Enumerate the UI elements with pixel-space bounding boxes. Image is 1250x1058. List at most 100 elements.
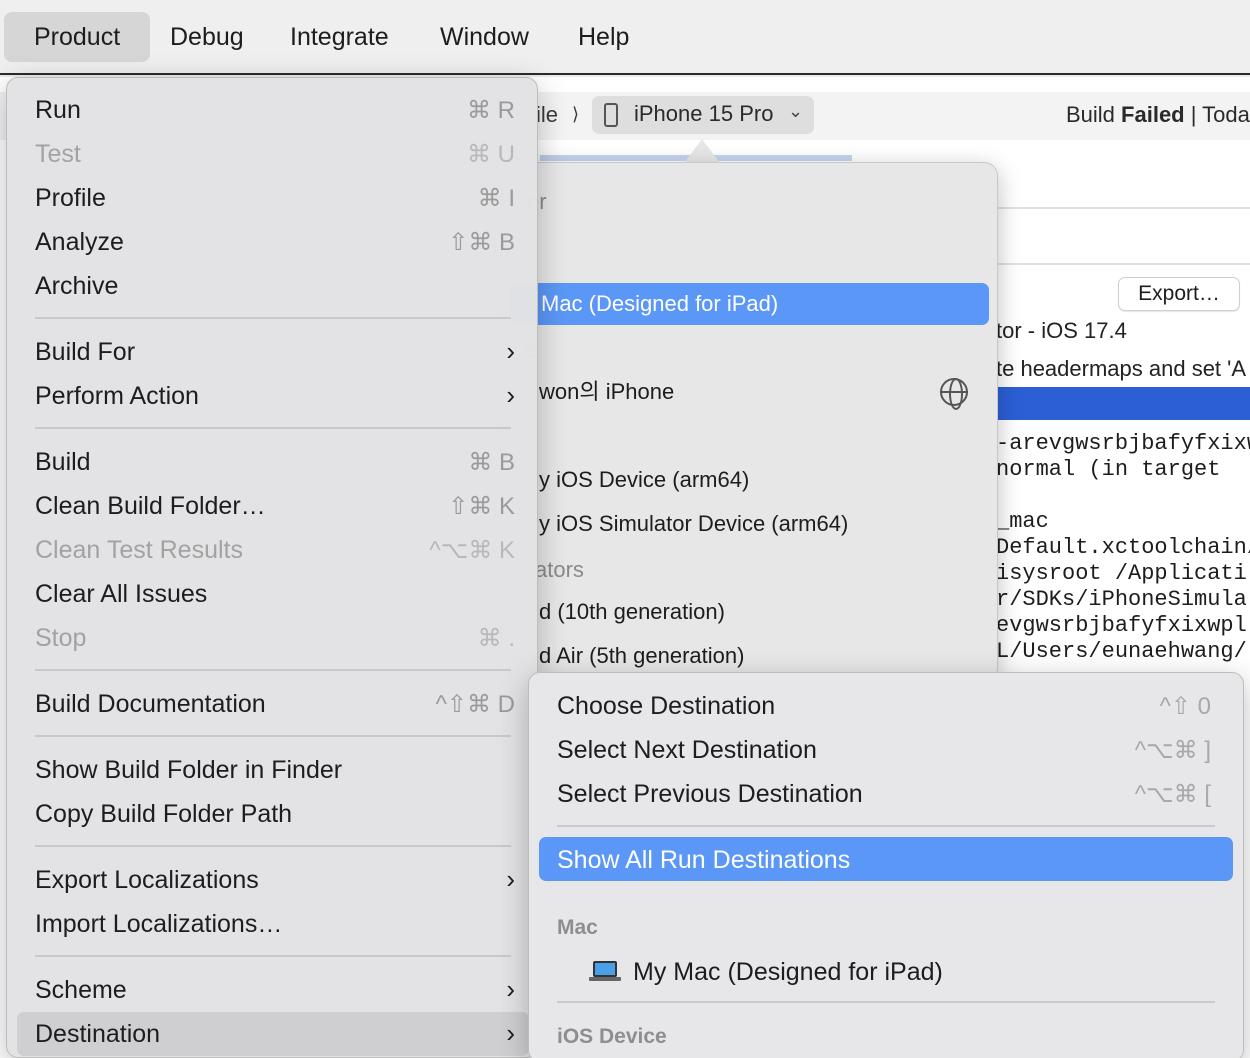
menu-item-build-documentation[interactable]: Build Documentation ^⇧⌘ D <box>17 682 529 726</box>
log-line: te headermaps and set 'A <box>996 356 1247 381</box>
scheme-name[interactable]: ile <box>536 102 558 128</box>
popover-row-any-ios-device[interactable]: y iOS Device (arm64) <box>501 459 989 501</box>
chevron-down-icon: ⌄ <box>788 101 804 121</box>
popover-row-my-mac[interactable]: Mac (Designed for iPad) <box>509 283 989 325</box>
menu-help[interactable]: Help <box>548 12 659 62</box>
menu-item-scheme[interactable]: Scheme › <box>17 968 529 1012</box>
menu-item-clean-test-results: Clean Test Results ^⌥⌘ K <box>17 528 529 572</box>
menu-item-label: Copy Build Folder Path <box>35 800 293 828</box>
globe-icon[interactable] <box>940 378 968 410</box>
menu-item-choose-destination[interactable]: Choose Destination ^⇧ 0 <box>539 683 1233 727</box>
menu-item-profile[interactable]: Profile ⌘ I <box>17 176 529 220</box>
log-output-line: _mac <box>996 509 1049 534</box>
menu-item-label: Run <box>35 96 81 124</box>
divider <box>996 263 1250 265</box>
menu-item-shortcut: ^⇧ 0 <box>1159 693 1211 720</box>
menu-item-label: Analyze <box>35 228 124 256</box>
menu-product[interactable]: Product <box>4 12 151 62</box>
menu-item-label: Select Previous Destination <box>557 780 863 808</box>
menu-item-shortcut: ^⌥⌘ K <box>429 537 515 564</box>
menu-item-clear-all-issues[interactable]: Clear All Issues <box>17 572 529 616</box>
menu-item-label: Test <box>35 140 81 168</box>
log-output-line: Default.xctoolchain/ <box>996 535 1250 560</box>
chevron-right-icon: › <box>506 336 515 366</box>
menu-item-show-all-run-destinations[interactable]: Show All Run Destinations <box>539 837 1233 881</box>
menu-item-select-previous-destination[interactable]: Select Previous Destination ^⌥⌘ [ <box>539 771 1233 815</box>
menu-separator <box>35 317 511 319</box>
menu-item-label: Build For <box>35 338 136 366</box>
menu-separator <box>35 955 511 957</box>
log-line: tor - iOS 17.4 <box>996 318 1127 343</box>
run-destination-selector[interactable]: iPhone 15 Pro ⌄ <box>592 96 814 134</box>
menu-item-export-localizations[interactable]: Export Localizations › <box>17 858 529 902</box>
menu-separator <box>35 669 511 671</box>
menu-item-label: Choose Destination <box>557 692 776 720</box>
section-header-ios-device: iOS Device <box>557 1025 667 1048</box>
popover-section-header: ators <box>535 557 584 582</box>
menu-item-test: Test ⌘ U <box>17 132 529 176</box>
chevron-right-icon: › <box>506 974 515 1004</box>
menu-window[interactable]: Window <box>410 12 559 62</box>
menu-item-shortcut: ⌘ R <box>467 97 515 124</box>
menu-item-import-localizations[interactable]: Import Localizations… <box>17 902 529 946</box>
chevron-right-icon: › <box>506 380 515 410</box>
log-output-line: L/Users/eunaehwang/ <box>996 639 1247 664</box>
menu-item-shortcut: ^⇧⌘ D <box>435 691 515 718</box>
popover-row-ipad-air[interactable]: d Air (5th generation) <box>501 635 989 677</box>
menu-item-label: Profile <box>35 184 106 212</box>
log-output-line: -arevgwsrbjbafyfxixw <box>996 431 1250 456</box>
log-selected-row[interactable] <box>996 387 1250 420</box>
destination-submenu: Choose Destination ^⇧ 0 Select Next Desti… <box>528 672 1244 1058</box>
menu-bar: Product Debug Integrate Window Help <box>0 0 1250 75</box>
menu-item-shortcut: ⌘ I <box>477 185 515 212</box>
menu-item-my-mac[interactable]: My Mac (Designed for iPad) <box>539 949 1233 993</box>
menu-separator <box>35 735 511 737</box>
menu-item-perform-action[interactable]: Perform Action › <box>17 374 529 418</box>
chevron-right-icon: › <box>506 864 515 894</box>
menu-item-analyze[interactable]: Analyze ⇧⌘ B <box>17 220 529 264</box>
build-status[interactable]: Build Failed | Toda <box>1066 102 1250 128</box>
menu-item-shortcut: ⇧⌘ B <box>448 229 515 256</box>
menu-debug[interactable]: Debug <box>140 12 274 62</box>
build-status-failed: Failed <box>1121 102 1185 127</box>
popover-row-any-ios-simulator[interactable]: y iOS Simulator Device (arm64) <box>501 503 989 545</box>
menu-item-copy-build-folder-path[interactable]: Copy Build Folder Path <box>17 792 529 836</box>
menu-item-stop: Stop ⌘ . <box>17 616 529 660</box>
menu-item-build-for[interactable]: Build For › <box>17 330 529 374</box>
menu-item-shortcut: ^⌥⌘ [ <box>1134 781 1211 808</box>
menu-item-label: Stop <box>35 624 87 652</box>
menu-item-shortcut: ^⌥⌘ ] <box>1134 737 1211 764</box>
menu-item-label: Show All Run Destinations <box>557 846 851 874</box>
popover-row-ipad-10th[interactable]: d (10th generation) <box>501 591 989 633</box>
menu-item-label: Build Documentation <box>35 690 266 718</box>
menu-item-label: Export Localizations <box>35 866 259 894</box>
menu-integrate[interactable]: Integrate <box>260 12 419 62</box>
log-output-line: evgwsrbjbafyfxixwpl <box>996 613 1247 638</box>
section-header-mac: Mac <box>557 916 598 939</box>
divider <box>996 207 1250 209</box>
menu-item-archive[interactable]: Archive <box>17 264 529 308</box>
menu-item-run[interactable]: Run ⌘ R <box>17 88 529 132</box>
menu-item-show-build-folder[interactable]: Show Build Folder in Finder <box>17 748 529 792</box>
popover-row-iphone[interactable]: won의 iPhone <box>501 371 989 413</box>
menu-item-label: Clear All Issues <box>35 580 208 608</box>
menu-item-shortcut: ⌘ U <box>467 141 515 168</box>
product-menu: Run ⌘ R Test ⌘ U Profile ⌘ I Analyze ⇧⌘ B Ar… <box>6 77 538 1058</box>
export-button[interactable]: Export… <box>1118 277 1240 311</box>
menu-item-label: Show Build Folder in Finder <box>35 756 343 784</box>
destination-popover: er Mac (Designed for iPad) e won의 iPhone… <box>500 162 998 682</box>
menu-item-label: Build <box>35 448 91 476</box>
menu-item-select-next-destination[interactable]: Select Next Destination ^⌥⌘ ] <box>539 727 1233 771</box>
menu-item-label: Scheme <box>35 976 127 1004</box>
menu-item-shortcut: ⇧⌘ K <box>448 493 515 520</box>
menu-item-build[interactable]: Build ⌘ B <box>17 440 529 484</box>
log-output-line: isysroot /Applicati <box>996 561 1247 586</box>
menu-item-destination[interactable]: Destination › <box>17 1012 529 1056</box>
menu-item-clean-build-folder[interactable]: Clean Build Folder… ⇧⌘ K <box>17 484 529 528</box>
build-status-suffix: | Toda <box>1184 102 1250 127</box>
menu-item-label: Archive <box>35 272 119 300</box>
menu-item-label: Clean Test Results <box>35 536 243 564</box>
menu-separator <box>35 427 511 429</box>
menu-item-label: My Mac (Designed for iPad) <box>633 958 943 986</box>
menu-item-label: Clean Build Folder… <box>35 492 266 520</box>
